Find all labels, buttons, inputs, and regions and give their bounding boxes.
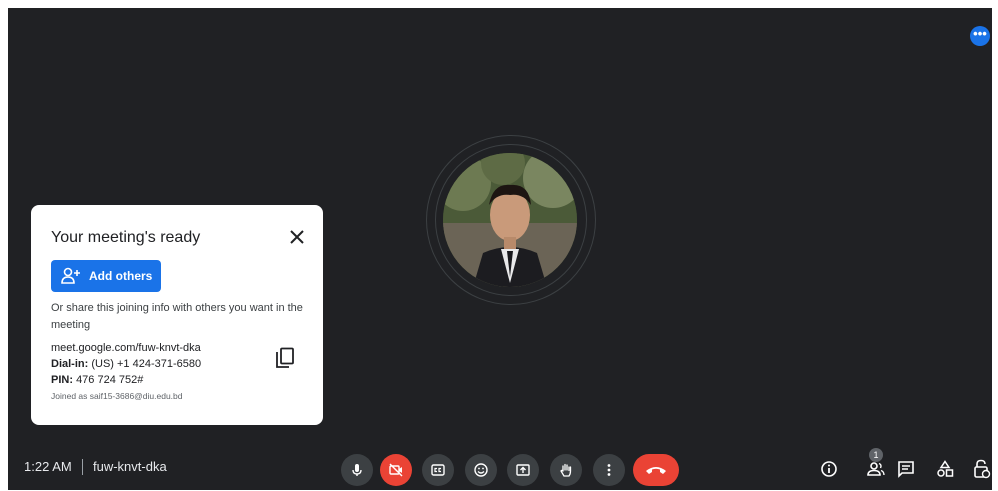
divider	[82, 459, 83, 475]
people-button[interactable]	[865, 458, 887, 480]
clock: 1:22 AM	[24, 459, 72, 474]
pin-value: 476 724 752#	[76, 374, 144, 386]
present-icon	[516, 464, 530, 476]
more-options-button[interactable]: •••	[970, 26, 990, 46]
pin-label: PIN:	[51, 374, 73, 386]
add-person-icon	[61, 267, 80, 284]
present-button[interactable]	[507, 454, 539, 486]
chat-button[interactable]	[895, 458, 917, 480]
share-instructions: Or share this joining info with others y…	[51, 302, 303, 331]
chat-icon	[898, 461, 914, 478]
host-controls-icon	[974, 459, 991, 479]
activities-button[interactable]	[934, 458, 956, 480]
close-icon	[290, 230, 304, 244]
copy-button[interactable]	[275, 347, 295, 369]
copy-icon	[276, 347, 294, 368]
meeting-code: fuw-knvt-dka	[93, 459, 167, 474]
dialin-number: (US) +1 424-371-6580	[91, 358, 202, 370]
captions-icon	[431, 464, 445, 476]
emoji-icon	[474, 463, 488, 477]
raise-hand-icon	[560, 463, 572, 477]
joined-as: Joined as saif15-3686@diu.edu.bd	[51, 391, 183, 401]
raise-hand-button[interactable]	[550, 454, 582, 486]
host-controls-button[interactable]	[971, 458, 992, 480]
card-title: Your meeting's ready	[51, 229, 201, 246]
more-options-icon: •••	[973, 26, 987, 41]
add-others-button[interactable]: Add others	[51, 260, 161, 292]
leave-call-button[interactable]	[633, 454, 679, 486]
more-actions-button[interactable]	[593, 454, 625, 486]
meeting-details-button[interactable]	[818, 458, 840, 480]
meeting-link[interactable]: meet.google.com/fuw-knvt-dka	[51, 340, 201, 356]
end-call-icon	[646, 467, 666, 474]
bottom-bar: 1:22 AM fuw-knvt-dka 1	[8, 448, 992, 490]
add-others-label: Add others	[89, 269, 153, 283]
joining-info: meet.google.com/fuw-knvt-dka Dial-in: (U…	[51, 340, 201, 404]
mic-icon	[352, 464, 362, 476]
camera-off-icon	[389, 463, 403, 477]
dialin-label: Dial-in:	[51, 358, 89, 370]
participant-avatar	[443, 153, 577, 287]
more-vert-icon	[607, 464, 611, 476]
reactions-button[interactable]	[465, 454, 497, 486]
meeting-ready-card: Your meeting's ready Add others Or share…	[31, 205, 323, 425]
close-button[interactable]	[285, 225, 309, 249]
captions-button[interactable]	[422, 454, 454, 486]
meeting-stage: ••• Your meeting's ready Add others Or s…	[8, 8, 992, 490]
info-icon	[821, 461, 837, 477]
activities-icon	[937, 460, 954, 477]
mic-button[interactable]	[341, 454, 373, 486]
people-icon	[867, 462, 885, 476]
camera-toggle-button[interactable]	[380, 454, 412, 486]
